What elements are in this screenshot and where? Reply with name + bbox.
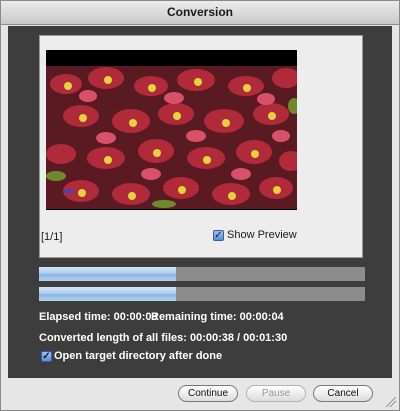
resize-grip-icon[interactable] (386, 397, 396, 407)
window-title: Conversion (1, 1, 399, 25)
file-progress-fill (39, 267, 176, 281)
remaining-label: Remaining time: (151, 311, 237, 323)
checkmark-icon[interactable]: ✓ (213, 229, 224, 241)
converted-label: Converted length of all files: (39, 332, 187, 344)
pause-button[interactable]: Pause (246, 385, 306, 402)
elapsed-time: Elapsed time: 00:00:03 (39, 311, 158, 323)
converted-value: 00:00:38 / 00:01:30 (189, 332, 288, 344)
continue-button[interactable]: Continue (178, 385, 238, 402)
cancel-button[interactable]: Cancel (313, 385, 373, 402)
open-target-directory-checkbox[interactable]: ✓ Open target directory after done (41, 350, 222, 362)
flower-image-svg (46, 66, 297, 209)
show-preview-checkbox[interactable]: ✓ Show Preview (213, 229, 297, 241)
total-progress-bar (39, 287, 365, 301)
file-counter: [1/1] (41, 231, 63, 243)
checkmark-icon[interactable]: ✓ (41, 350, 52, 362)
flower-image (46, 66, 297, 209)
main-panel: [1/1] ✓ Show Preview Elapsed time: 00:00… (8, 26, 392, 378)
file-progress-bar (39, 267, 365, 281)
remaining-value: 00:00:04 (239, 311, 284, 323)
remaining-time: Remaining time: 00:00:04 (151, 311, 284, 323)
open-target-directory-label: Open target directory after done (54, 350, 223, 362)
video-preview (46, 50, 297, 210)
show-preview-label: Show Preview (227, 229, 297, 241)
total-progress-fill (39, 287, 176, 301)
elapsed-label: Elapsed time: (39, 311, 111, 323)
conversion-window: Conversion [1/1] ✓ Show Preview Elapsed … (0, 0, 400, 411)
preview-frame (39, 35, 363, 258)
converted-length: Converted length of all files: 00:00:38 … (39, 332, 287, 344)
